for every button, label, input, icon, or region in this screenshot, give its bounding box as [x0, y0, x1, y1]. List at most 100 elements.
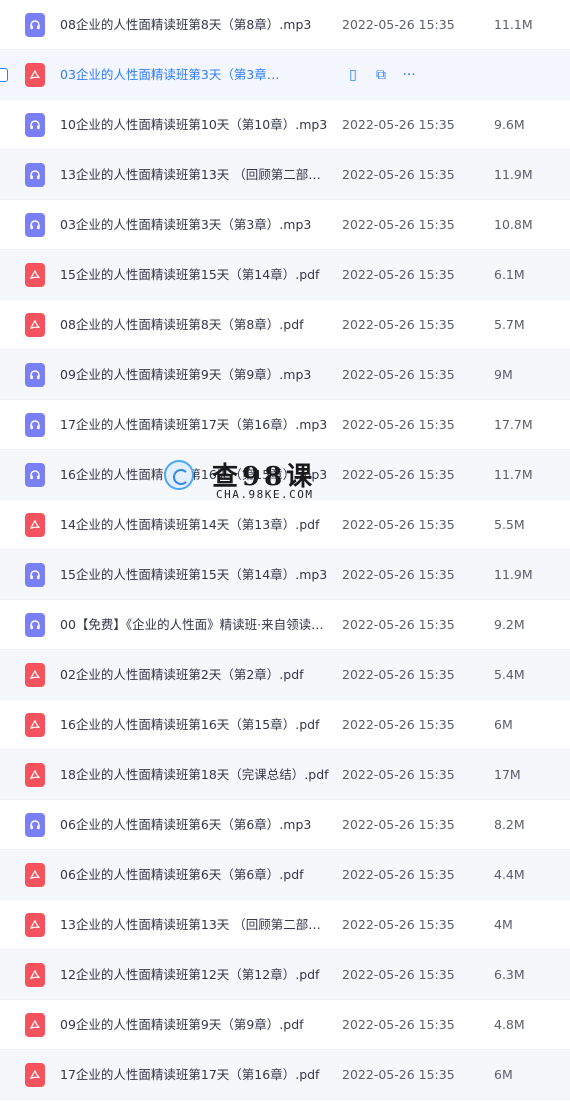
pdf-file-icon	[25, 963, 45, 987]
row-actions: ▯ ⧉ ···	[344, 66, 418, 84]
audio-file-icon	[25, 413, 45, 437]
file-date: 2022-05-26 15:35	[342, 267, 455, 282]
pdf-file-icon	[25, 63, 45, 87]
file-list: 08企业的人性面精读班第8天（第8章）.mp3 2022-05-26 15:35 1…	[0, 0, 570, 1100]
file-name[interactable]: 03企业的人性面精读班第3天（第3章）.mp3	[60, 200, 332, 250]
file-row[interactable]: 16企业的人性面精读班第16天（第15章）.mp3 2022-05-26 15:3…	[0, 450, 570, 500]
pdf-file-icon	[25, 763, 45, 787]
file-name[interactable]: 17企业的人性面精读班第17天（第16章）.pdf	[60, 1050, 332, 1100]
phone-icon[interactable]: ▯	[344, 66, 362, 84]
file-size: 4M	[494, 917, 513, 932]
file-size: 17M	[494, 767, 521, 782]
audio-file-icon	[25, 463, 45, 487]
file-date: 2022-05-26 15:35	[342, 17, 455, 32]
file-row[interactable]: 09企业的人性面精读班第9天（第9章）.pdf 2022-05-26 15:35 4…	[0, 1000, 570, 1050]
file-row[interactable]: 03企业的人性面精读班第3天（第3章）.mp3 2022-05-26 15:35 1…	[0, 200, 570, 250]
file-row[interactable]: 15企业的人性面精读班第15天（第14章）.mp3 2022-05-26 15:3…	[0, 550, 570, 600]
file-date: 2022-05-26 15:35	[342, 617, 455, 632]
file-row[interactable]: 17企业的人性面精读班第17天（第16章）.pdf 2022-05-26 15:3…	[0, 1050, 570, 1100]
file-row[interactable]: 13企业的人性面精读班第13天 （回顾第二部分）.... 2022-05-26 1…	[0, 150, 570, 200]
file-name[interactable]: 06企业的人性面精读班第6天（第6章）.mp3	[60, 800, 332, 850]
file-row[interactable]: 09企业的人性面精读班第9天（第9章）.mp3 2022-05-26 15:35 9…	[0, 350, 570, 400]
file-row[interactable]: 02企业的人性面精读班第2天（第2章）.pdf 2022-05-26 15:35 5…	[0, 650, 570, 700]
file-row[interactable]: 10企业的人性面精读班第10天（第10章）.mp3 2022-05-26 15:3…	[0, 100, 570, 150]
file-name[interactable]: 16企业的人性面精读班第16天（第15章）.pdf	[60, 700, 332, 750]
audio-file-icon	[25, 13, 45, 37]
file-name[interactable]: 15企业的人性面精读班第15天（第14章）.mp3	[60, 550, 332, 600]
file-size: 9.6M	[494, 117, 525, 132]
file-size: 17.7M	[494, 417, 533, 432]
file-size: 5.5M	[494, 517, 525, 532]
file-size: 6M	[494, 1067, 513, 1082]
file-name[interactable]: 13企业的人性面精读班第13天 （回顾第二部分）....	[60, 150, 332, 200]
file-size: 11.1M	[494, 17, 533, 32]
share-icon[interactable]: ⧉	[372, 66, 390, 84]
pdf-file-icon	[25, 1063, 45, 1087]
file-row[interactable]: 06企业的人性面精读班第6天（第6章）.mp3 2022-05-26 15:35 8…	[0, 800, 570, 850]
file-size: 4.4M	[494, 867, 525, 882]
file-size: 6M	[494, 717, 513, 732]
file-size: 11.9M	[494, 167, 533, 182]
file-name[interactable]: 08企业的人性面精读班第8天（第8章）.pdf	[60, 300, 332, 350]
file-row[interactable]: 17企业的人性面精读班第17天（第16章）.mp3 2022-05-26 15:3…	[0, 400, 570, 450]
file-date: 2022-05-26 15:35	[342, 817, 455, 832]
audio-file-icon	[25, 813, 45, 837]
pdf-file-icon	[25, 1013, 45, 1037]
file-date: 2022-05-26 15:35	[342, 217, 455, 232]
file-row[interactable]: 12企业的人性面精读班第12天（第12章）.pdf 2022-05-26 15:3…	[0, 950, 570, 1000]
file-row[interactable]: 06企业的人性面精读班第6天（第6章）.pdf 2022-05-26 15:35 4…	[0, 850, 570, 900]
audio-file-icon	[25, 113, 45, 137]
file-date: 2022-05-26 15:35	[342, 367, 455, 382]
file-name[interactable]: 15企业的人性面精读班第15天（第14章）.pdf	[60, 250, 332, 300]
file-name[interactable]: 10企业的人性面精读班第10天（第10章）.mp3	[60, 100, 332, 150]
file-date: 2022-05-26 15:35	[342, 567, 455, 582]
file-size: 10.8M	[494, 217, 533, 232]
file-row[interactable]: 18企业的人性面精读班第18天（完课总结）.pdf 2022-05-26 15:3…	[0, 750, 570, 800]
file-name[interactable]: 16企业的人性面精读班第16天（第15章）.mp3	[60, 450, 332, 500]
more-icon[interactable]: ···	[400, 66, 418, 84]
audio-file-icon	[25, 563, 45, 587]
file-name[interactable]: 03企业的人性面精读班第3天（第3章）.pdf	[60, 50, 290, 100]
file-row[interactable]: 08企业的人性面精读班第8天（第8章）.mp3 2022-05-26 15:35 1…	[0, 0, 570, 50]
file-size: 8.2M	[494, 817, 525, 832]
file-row[interactable]: 08企业的人性面精读班第8天（第8章）.pdf 2022-05-26 15:35 5…	[0, 300, 570, 350]
file-row[interactable]: 03企业的人性面精读班第3天（第3章）.pdf ▯ ⧉ ···	[0, 50, 570, 100]
audio-file-icon	[25, 213, 45, 237]
file-date: 2022-05-26 15:35	[342, 667, 455, 682]
file-date: 2022-05-26 15:35	[342, 867, 455, 882]
file-name[interactable]: 09企业的人性面精读班第9天（第9章）.mp3	[60, 350, 332, 400]
pdf-file-icon	[25, 313, 45, 337]
file-size: 11.7M	[494, 467, 533, 482]
audio-file-icon	[25, 363, 45, 387]
file-row[interactable]: 00【免费】《企业的人性面》精读班·来自领读人.... 2022-05-26 15…	[0, 600, 570, 650]
pdf-file-icon	[25, 913, 45, 937]
file-date: 2022-05-26 15:35	[342, 517, 455, 532]
file-date: 2022-05-26 15:35	[342, 317, 455, 332]
file-size: 9.2M	[494, 617, 525, 632]
file-name[interactable]: 08企业的人性面精读班第8天（第8章）.mp3	[60, 0, 332, 50]
audio-file-icon	[25, 613, 45, 637]
file-name[interactable]: 17企业的人性面精读班第17天（第16章）.mp3	[60, 400, 332, 450]
file-date: 2022-05-26 15:35	[342, 467, 455, 482]
file-name[interactable]: 12企业的人性面精读班第12天（第12章）.pdf	[60, 950, 332, 1000]
file-name[interactable]: 00【免费】《企业的人性面》精读班·来自领读人....	[60, 600, 332, 650]
pdf-file-icon	[25, 263, 45, 287]
file-name[interactable]: 09企业的人性面精读班第9天（第9章）.pdf	[60, 1000, 332, 1050]
file-date: 2022-05-26 15:35	[342, 1017, 455, 1032]
file-date: 2022-05-26 15:35	[342, 717, 455, 732]
file-name[interactable]: 18企业的人性面精读班第18天（完课总结）.pdf	[60, 750, 332, 800]
row-checkbox[interactable]	[0, 68, 8, 82]
file-date: 2022-05-26 15:35	[342, 967, 455, 982]
file-size: 6.1M	[494, 267, 525, 282]
file-name[interactable]: 06企业的人性面精读班第6天（第6章）.pdf	[60, 850, 332, 900]
file-name[interactable]: 13企业的人性面精读班第13天 （回顾第二部分）....	[60, 900, 332, 950]
file-row[interactable]: 16企业的人性面精读班第16天（第15章）.pdf 2022-05-26 15:3…	[0, 700, 570, 750]
file-date: 2022-05-26 15:35	[342, 1067, 455, 1082]
pdf-file-icon	[25, 513, 45, 537]
file-name[interactable]: 14企业的人性面精读班第14天（第13章）.pdf	[60, 500, 332, 550]
file-date: 2022-05-26 15:35	[342, 167, 455, 182]
file-name[interactable]: 02企业的人性面精读班第2天（第2章）.pdf	[60, 650, 332, 700]
file-row[interactable]: 13企业的人性面精读班第13天 （回顾第二部分）.... 2022-05-26 1…	[0, 900, 570, 950]
file-row[interactable]: 15企业的人性面精读班第15天（第14章）.pdf 2022-05-26 15:3…	[0, 250, 570, 300]
file-row[interactable]: 14企业的人性面精读班第14天（第13章）.pdf 2022-05-26 15:3…	[0, 500, 570, 550]
